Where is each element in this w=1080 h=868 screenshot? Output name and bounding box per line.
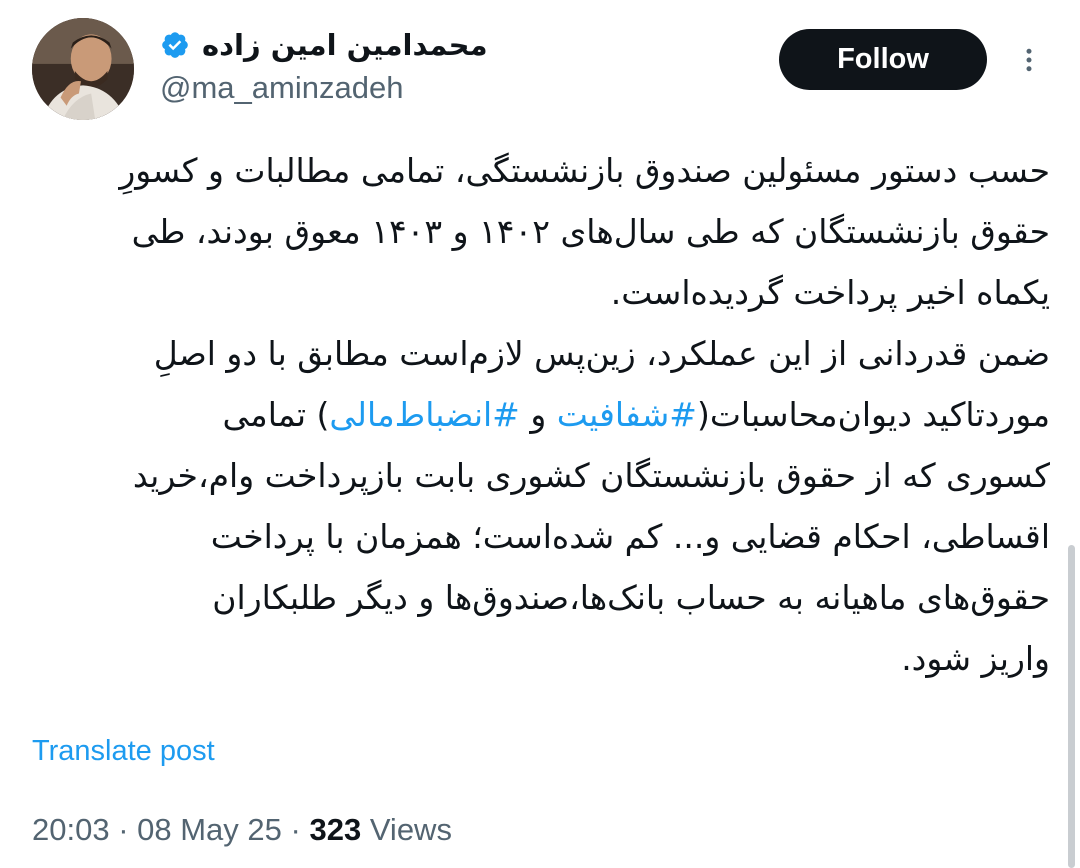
post-text-line: حقوق بازنشستگان که طی سال‌های ۱۴۰۲ و ۱۴۰… xyxy=(131,212,1050,251)
post-text-segment: موردتاکید دیوان‌محاسبات( xyxy=(696,395,1050,434)
author-display-name[interactable]: محمدامین امین زاده xyxy=(202,28,488,62)
author-handle[interactable]: @ma_aminzadeh xyxy=(160,70,488,106)
follow-button[interactable]: Follow xyxy=(779,29,987,90)
post-text-line: حقوق‌های ماهیانه به حساب بانک‌ها،صندوق‌ه… xyxy=(212,578,1050,617)
post-text-line: ضمن قدردانی از این عملکرد، زین‌پس لازم‌ا… xyxy=(153,334,1050,373)
post-meta: 20:03 · 08 May 25 · 323 Views xyxy=(32,812,452,848)
avatar[interactable] xyxy=(32,18,134,120)
author-name-row: محمدامین امین زاده xyxy=(160,24,488,66)
avatar-image xyxy=(32,18,134,120)
more-vertical-icon xyxy=(1026,48,1032,72)
post-text-line-with-hashtags: موردتاکید دیوان‌محاسبات(#شفافیت و #انضبا… xyxy=(30,384,1050,445)
meta-separator: · xyxy=(281,812,310,847)
post-text: حسب دستور مسئولین صندوق بازنشستگی، تمامی… xyxy=(30,140,1050,689)
views-label: Views xyxy=(361,812,452,847)
post-text-line: کسوری که از حقوق بازنشستگان کشوری بابت ب… xyxy=(132,456,1050,495)
hashtag-link[interactable]: #شفافیت xyxy=(557,395,697,434)
post-time[interactable]: 20:03 xyxy=(32,812,110,847)
more-options-button[interactable] xyxy=(1012,38,1046,82)
translate-post-link[interactable]: Translate post xyxy=(32,735,215,768)
post-text-line: یکماه اخیر پرداخت گردیده‌است. xyxy=(610,273,1050,312)
post-detail: محمدامین امین زاده @ma_aminzadeh Follow … xyxy=(0,0,1080,868)
scrollbar-thumb[interactable] xyxy=(1068,545,1075,868)
meta-separator: · xyxy=(109,812,138,847)
post-text-line: اقساطی، احکام قضایی و... کم شده‌است؛ همز… xyxy=(210,517,1050,556)
post-text-segment: ) تمامی xyxy=(222,395,330,434)
post-text-segment: و xyxy=(519,395,557,434)
views-count: 323 xyxy=(309,812,362,847)
verified-badge-icon xyxy=(160,30,190,60)
post-text-line: حسب دستور مسئولین صندوق بازنشستگی، تمامی… xyxy=(119,151,1050,190)
post-date[interactable]: 08 May 25 xyxy=(137,812,282,847)
author-block: محمدامین امین زاده @ma_aminzadeh xyxy=(160,24,488,106)
post-text-line: واریز شود. xyxy=(901,639,1050,678)
hashtag-link[interactable]: #انضباط‌مالی xyxy=(329,395,519,434)
